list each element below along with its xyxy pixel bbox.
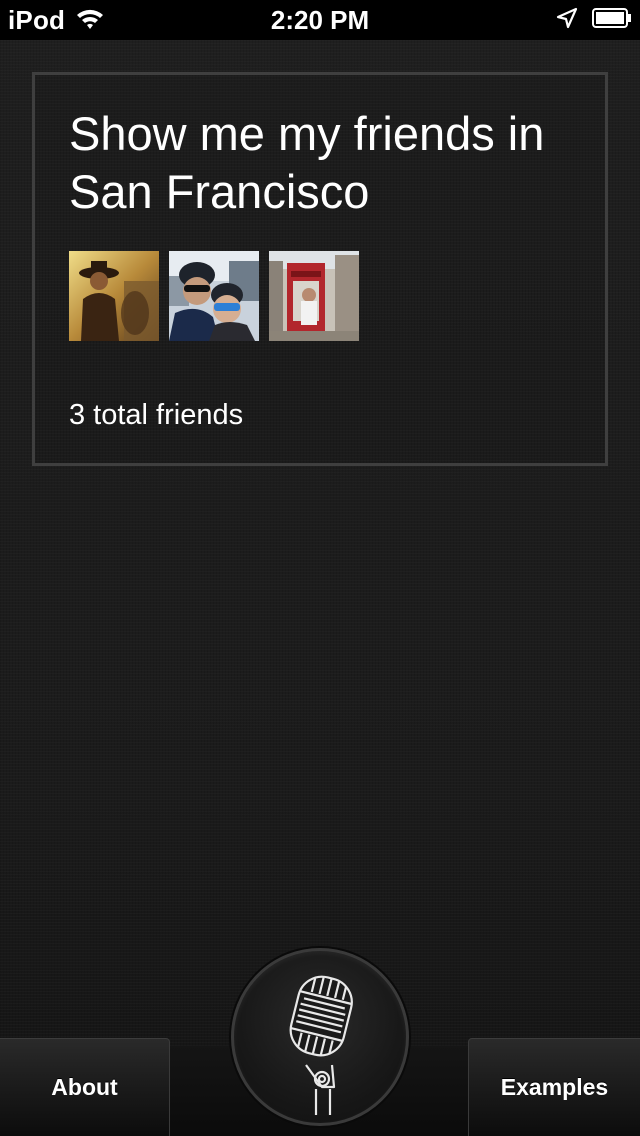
examples-label: Examples <box>500 1074 609 1100</box>
friend-photo-row <box>69 251 359 341</box>
microphone-icon <box>289 975 353 1115</box>
friend-photo-3[interactable] <box>269 251 359 341</box>
status-time: 2:20 PM <box>270 5 370 35</box>
location-arrow-icon <box>556 7 578 34</box>
friend-count-summary: 3 total friends <box>69 399 244 431</box>
about-button[interactable]: About <box>0 1038 170 1136</box>
app-screen: iPod 2:20 PM Show me my friends in San F… <box>0 0 640 1136</box>
query-text: Show me my friends in San Francisco <box>69 107 545 218</box>
microphone-button[interactable] <box>231 948 409 1126</box>
about-label: About <box>51 1074 118 1100</box>
friend-photo-2[interactable] <box>169 251 259 341</box>
examples-button[interactable]: Examples <box>468 1038 640 1136</box>
friend-photo-1[interactable] <box>69 251 159 341</box>
status-bar: iPod 2:20 PM <box>0 0 640 40</box>
battery-icon <box>592 7 632 33</box>
result-card: Show me my friends in San Francisco 3 to… <box>32 72 608 466</box>
status-right <box>556 4 632 36</box>
